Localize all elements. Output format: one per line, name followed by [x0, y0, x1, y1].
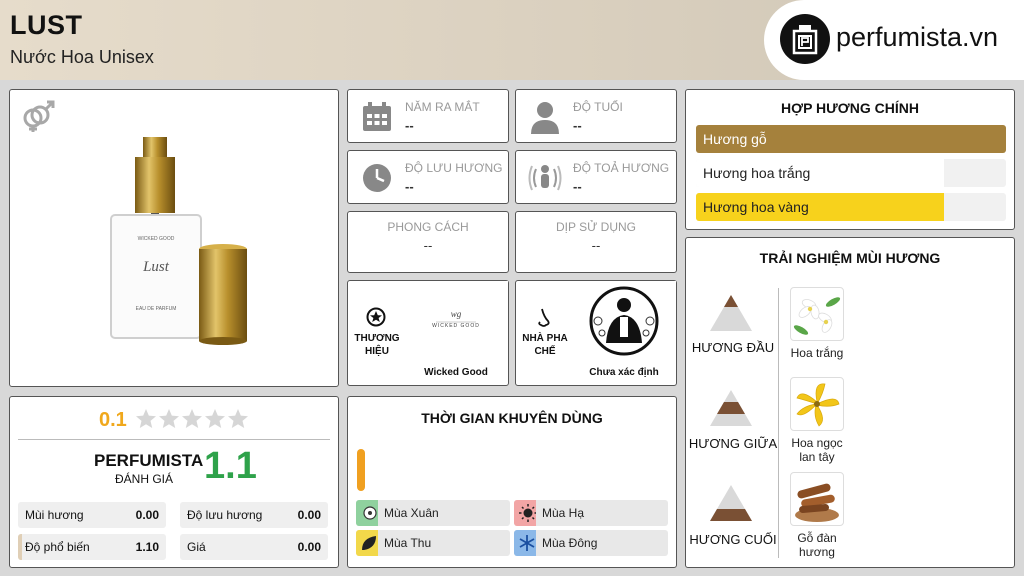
day-usage-track — [357, 439, 365, 491]
fragrance-notes-panel: TRẢI NGHIỆM MÙI HƯƠNG HƯƠNG ĐẦU Hoa trắn… — [685, 237, 1015, 568]
age-value: -- — [573, 118, 582, 133]
svg-text:wg: wg — [451, 309, 462, 319]
star-icon[interactable] — [204, 408, 226, 435]
style-card: PHONG CÁCH -- — [347, 211, 509, 273]
star-icon[interactable] — [158, 408, 180, 435]
ylang-ylang-note-image — [790, 377, 844, 431]
rating-divider — [18, 439, 330, 440]
base-notes-label: HƯƠNG CUỐI — [689, 532, 777, 547]
middle-note-name: Hoa ngọc lan tây — [791, 436, 843, 464]
pyramid-middle-icon — [708, 388, 754, 433]
season-winter: Mùa Đông — [514, 530, 668, 556]
star-icon[interactable] — [135, 408, 157, 435]
main-accords-panel: HỢP HƯƠNG CHÍNH Hương gỗ Hương hoa trắng… — [685, 89, 1015, 230]
page-subtitle: Nước Hoa Unisex — [10, 47, 154, 67]
season-summer: Mùa Hạ — [514, 500, 668, 526]
product-image-panel: WICKED GOOD Lust EAU DE PARFUM — [9, 89, 339, 387]
accord-label: Hương gỗ — [703, 131, 767, 147]
clock-icon — [362, 163, 392, 198]
accord-label: Hương hoa vàng — [703, 199, 809, 215]
star-icon[interactable] — [181, 408, 203, 435]
sillage-value: -- — [573, 179, 582, 194]
nose-icon — [534, 307, 554, 334]
recommended-time-title: THỜI GIAN KHUYÊN DÙNG — [421, 410, 603, 426]
season-spring: Mùa Xuân — [356, 500, 510, 526]
snowflake-icon — [514, 530, 536, 556]
perfumer-card[interactable]: NHÀ PHA CHẾ Chưa xác định — [515, 280, 677, 386]
brand-logo-text: WICKED GOOD — [432, 323, 480, 329]
perfumer-avatar — [572, 281, 676, 361]
age-label: ĐỘ TUỔI — [573, 100, 623, 114]
notes-divider — [778, 288, 779, 558]
stat-popularity: Độ phổ biến 1.10 — [18, 534, 166, 560]
top-notes-label: HƯƠNG ĐẦU — [691, 340, 775, 355]
accord-row: Hương hoa vàng — [696, 193, 1006, 221]
style-value: -- — [423, 238, 433, 253]
brand-label: THƯƠNG HIỆU — [354, 333, 400, 357]
header: LUST Nước Hoa Unisex perfumista.vn — [0, 0, 1024, 80]
perfumer-label: NHÀ PHA CHẾ — [522, 333, 568, 357]
day-usage-bar — [357, 449, 365, 491]
sillage-radiating-person-icon — [528, 161, 562, 200]
star-rating[interactable] — [135, 408, 251, 432]
style-label: PHONG CÁCH — [387, 220, 469, 234]
perfumista-brand-label: PERFUMISTA — [94, 451, 204, 470]
release-year-value: -- — [405, 118, 414, 133]
occasion-label: DỊP SỬ DỤNG — [555, 220, 637, 234]
fragrance-notes-title: TRẢI NGHIỆM MÙI HƯƠNG — [759, 250, 941, 266]
season-autumn: Mùa Thu — [356, 530, 510, 556]
age-card: ĐỘ TUỔI -- — [515, 89, 677, 143]
rating-label: ĐÁNH GIÁ — [114, 472, 173, 486]
accord-row: Hương gỗ — [696, 125, 1006, 153]
stat-longevity: Độ lưu hương 0.00 — [180, 502, 328, 528]
unisex-gender-icon — [20, 98, 56, 139]
bottle-script-name: Lust — [142, 259, 170, 275]
page-title: LUST — [10, 10, 83, 40]
bottle-brand-text: WICKED GOOD — [138, 236, 175, 242]
occasion-card: DỊP SỬ DỤNG -- — [515, 211, 677, 273]
spring-flower-icon — [356, 500, 378, 526]
perfume-bottle-logo-icon — [780, 14, 830, 64]
star-icon[interactable] — [227, 408, 249, 435]
brand-logo-image: wg WICKED GOOD — [404, 281, 508, 361]
rating-panel: 0.1 PERFUMISTA ĐÁNH GIÁ 1.1 Mùi hương 0.… — [9, 396, 339, 568]
perfumista-score: 1.1 — [204, 445, 257, 487]
sillage-label: ĐỘ TOẢ HƯƠNG — [573, 161, 670, 175]
recommended-time-panel: THỜI GIAN KHUYÊN DÙNG Mùa Xuân Mùa Hạ Mù… — [347, 396, 677, 568]
longevity-value: -- — [405, 179, 414, 194]
pyramid-base-icon — [708, 483, 754, 528]
release-year-label: NĂM RA MẮT — [405, 100, 480, 114]
brand-name[interactable]: Wicked Good — [404, 367, 508, 378]
brand-card[interactable]: THƯƠNG HIỆU wg WICKED GOOD Wicked Good — [347, 280, 509, 386]
leaf-icon — [356, 530, 378, 556]
longevity-label: ĐỘ LƯU HƯƠNG — [405, 161, 503, 175]
main-accords-title: HỢP HƯƠNG CHÍNH — [781, 100, 919, 116]
site-logo[interactable]: perfumista.vn — [764, 0, 1024, 80]
sandalwood-note-image — [790, 472, 844, 526]
calendar-icon — [362, 102, 392, 137]
pyramid-top-icon — [708, 293, 754, 338]
stat-scent: Mùi hương 0.00 — [18, 502, 166, 528]
sun-icon — [514, 500, 536, 526]
release-year-card: NĂM RA MẮT -- — [347, 89, 509, 143]
accord-label: Hương hoa trắng — [703, 165, 811, 181]
star-badge-icon — [366, 307, 386, 332]
perfume-bottle-image: WICKED GOOD Lust EAU DE PARFUM — [105, 135, 250, 345]
longevity-card: ĐỘ LƯU HƯƠNG -- — [347, 150, 509, 204]
occasion-value: -- — [591, 238, 601, 253]
sillage-card: ĐỘ TOẢ HƯƠNG -- — [515, 150, 677, 204]
white-flower-note-image — [790, 287, 844, 341]
person-icon — [530, 100, 560, 139]
user-score: 0.1 — [99, 409, 127, 431]
accord-row: Hương hoa trắng — [696, 159, 1006, 187]
bottle-type-text: EAU DE PARFUM — [136, 306, 177, 312]
middle-notes-label: HƯƠNG GIỮA — [688, 436, 778, 451]
base-note-name: Gỗ đàn hương — [797, 531, 837, 559]
popularity-fill — [18, 534, 22, 560]
top-note-name: Hoa trắng — [790, 346, 844, 360]
perfumer-name[interactable]: Chưa xác định — [572, 367, 676, 378]
logo-text: perfumista.vn — [836, 22, 999, 52]
stat-price: Giá 0.00 — [180, 534, 328, 560]
